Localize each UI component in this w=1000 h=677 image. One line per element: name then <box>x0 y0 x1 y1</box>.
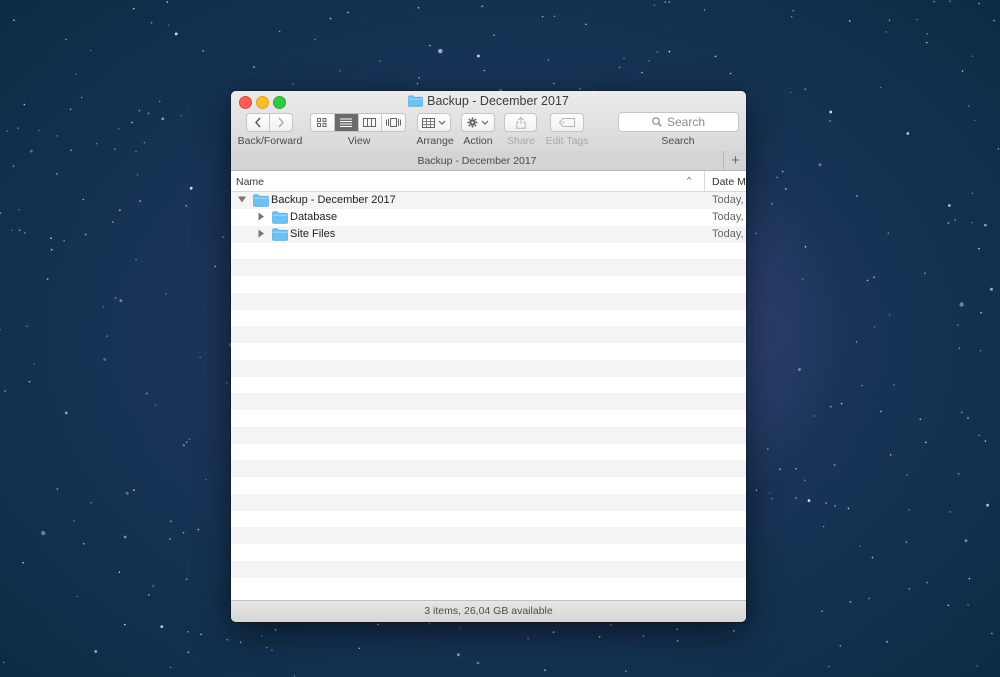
file-row[interactable]: Database Today, <box>231 209 746 226</box>
name-column-header[interactable]: Name <box>236 176 264 188</box>
empty-row <box>231 477 746 494</box>
action-label: Action <box>463 135 493 147</box>
empty-row <box>231 510 746 527</box>
search-icon <box>652 117 662 127</box>
cover-flow-icon <box>386 118 402 127</box>
window-title-text: Backup - December 2017 <box>427 94 569 108</box>
column-header: Name ^ Date Mo <box>231 171 746 192</box>
share-icon <box>515 116 526 129</box>
window-title: Backup - December 2017 <box>231 94 746 108</box>
empty-row <box>231 577 746 594</box>
empty-row <box>231 343 746 360</box>
arrange-grid-icon <box>422 117 435 128</box>
tab-bar: Backup - December 2017 + <box>231 151 746 171</box>
empty-row <box>231 493 746 511</box>
arrange-label: Arrange <box>416 135 454 147</box>
empty-row <box>231 259 746 276</box>
search-field[interactable]: Search <box>618 112 739 132</box>
share-label: Share <box>506 135 536 147</box>
chevron-left-icon <box>255 117 261 128</box>
empty-row <box>231 410 746 427</box>
view-mode-switcher <box>310 113 406 132</box>
empty-row <box>231 359 746 377</box>
disclosure-collapsed-icon[interactable] <box>257 229 265 238</box>
list-view-button[interactable] <box>334 114 359 131</box>
back-button[interactable] <box>246 113 270 132</box>
empty-row <box>231 560 746 578</box>
list-icon <box>340 118 353 127</box>
column-divider[interactable] <box>704 171 705 191</box>
empty-row <box>231 443 746 460</box>
folder-icon <box>408 95 423 107</box>
file-date: Today, <box>712 210 744 223</box>
gear-icon <box>467 117 478 128</box>
edit-tags-label: Edit Tags <box>545 135 589 147</box>
chevron-down-icon <box>481 120 489 125</box>
back-forward-label: Back/Forward <box>237 135 303 147</box>
status-text: 3 items, 26,04 GB available <box>424 605 553 617</box>
file-date: Today, <box>712 194 744 206</box>
column-view-button[interactable] <box>358 114 383 131</box>
search-label: Search <box>661 135 695 147</box>
file-list: Backup - December 2017 Today, Database Toda… <box>231 192 746 600</box>
file-row[interactable]: Site Files Today, <box>231 225 746 243</box>
empty-row <box>231 292 746 310</box>
empty-row <box>231 326 746 343</box>
sort-ascending-icon: ^ <box>687 175 692 185</box>
empty-row <box>231 376 746 393</box>
icon-view-button[interactable] <box>311 114 335 131</box>
empty-row <box>231 309 746 326</box>
view-label: View <box>347 135 371 147</box>
forward-button[interactable] <box>269 113 293 132</box>
grid-icon <box>317 118 327 127</box>
file-name: Database <box>290 210 338 223</box>
chevron-right-icon <box>278 117 284 128</box>
new-tab-button[interactable]: + <box>723 151 746 170</box>
search-placeholder: Search <box>666 115 706 129</box>
disclosure-collapsed-icon[interactable] <box>257 212 265 221</box>
empty-row <box>231 426 746 444</box>
cover-flow-button[interactable] <box>382 114 405 131</box>
folder-icon <box>272 227 288 241</box>
chevron-down-icon <box>438 120 446 125</box>
status-bar: 3 items, 26,04 GB available <box>231 600 746 622</box>
empty-row <box>231 276 746 293</box>
folder-icon <box>272 211 288 224</box>
columns-icon <box>363 118 377 127</box>
date-column-header[interactable]: Date Mo <box>712 176 746 188</box>
empty-row <box>231 242 746 259</box>
file-name: Site Files <box>290 227 336 240</box>
disclosure-expanded-icon[interactable] <box>238 195 246 204</box>
title-bar: Backup - December 2017 Back/Forward View… <box>231 91 746 152</box>
tag-icon <box>559 118 575 127</box>
share-button[interactable] <box>504 113 537 132</box>
tab-title[interactable]: Backup - December 2017 <box>231 155 723 167</box>
file-row[interactable]: Backup - December 2017 Today, <box>231 192 746 209</box>
finder-window: Backup - December 2017 Back/Forward View… <box>231 91 746 622</box>
empty-row <box>231 460 746 477</box>
action-button[interactable] <box>461 113 495 132</box>
arrange-button[interactable] <box>417 113 451 132</box>
empty-row <box>231 527 746 544</box>
file-date: Today, <box>712 227 744 240</box>
edit-tags-button[interactable] <box>550 113 584 132</box>
empty-row <box>231 544 746 561</box>
empty-row <box>231 393 746 410</box>
folder-icon <box>253 194 269 207</box>
file-name: Backup - December 2017 <box>271 194 396 206</box>
